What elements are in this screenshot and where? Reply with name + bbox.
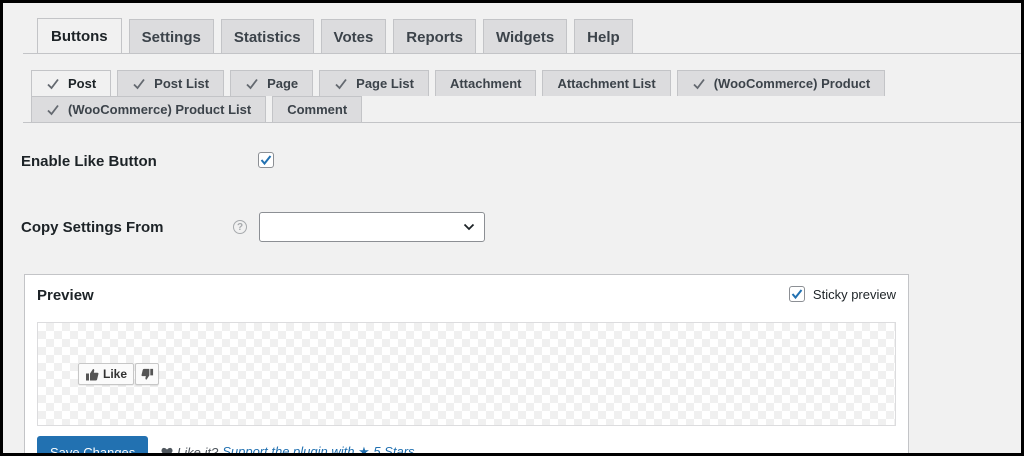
sub-tabs-row-1: Post Post List Page Page List Attachment… [31, 70, 931, 96]
save-changes-button[interactable]: Save Changes [37, 436, 149, 453]
main-tabs: Buttons Settings Statistics Votes Report… [37, 18, 640, 54]
checkmark-icon [791, 289, 803, 300]
chevron-down-icon [463, 223, 475, 231]
subtab-woocommerce-product-list[interactable]: (WooCommerce) Product List [31, 96, 267, 122]
enable-like-checkbox[interactable] [258, 152, 274, 168]
subtab-label: Post List [154, 76, 210, 91]
subtab-label: (WooCommerce) Product List [68, 102, 252, 117]
subtab-comment[interactable]: Comment [272, 96, 363, 122]
check-icon [335, 78, 347, 89]
main-tabs-divider [23, 53, 1021, 54]
subtab-label: Comment [287, 102, 348, 117]
dislike-button[interactable] [135, 363, 159, 385]
subtab-page-list[interactable]: Page List [319, 70, 429, 96]
sub-tabs-row-2: (WooCommerce) Product List Comment [31, 96, 931, 122]
app-frame: Buttons Settings Statistics Votes Report… [0, 0, 1024, 456]
subtab-attachment[interactable]: Attachment [434, 70, 537, 96]
thumbs-up-icon [86, 368, 99, 380]
like-label: Like [103, 367, 128, 381]
subtab-label: Post [68, 76, 97, 91]
tab-buttons[interactable]: Buttons [37, 18, 122, 54]
subtab-post[interactable]: Post [31, 70, 112, 96]
check-icon [47, 104, 59, 115]
copy-settings-select[interactable] [259, 212, 485, 242]
tab-widgets[interactable]: Widgets [482, 19, 568, 54]
sticky-preview-checkbox[interactable] [788, 286, 805, 302]
subtab-label: Page List [356, 76, 414, 91]
like-button[interactable]: Like [78, 363, 135, 385]
subtab-post-list[interactable]: Post List [117, 70, 225, 96]
checkmark-icon [260, 155, 272, 166]
preview-panel: Preview Sticky preview Like Save Changes… [24, 274, 909, 456]
tab-statistics[interactable]: Statistics [220, 19, 314, 54]
copy-settings-label: Copy Settings From [21, 219, 164, 236]
check-icon [133, 78, 145, 89]
sub-tabs: Post Post List Page Page List Attachment… [31, 70, 931, 122]
subtab-page[interactable]: Page [230, 70, 314, 96]
enable-like-label: Enable Like Button [21, 153, 157, 170]
subtab-label: (WooCommerce) Product [713, 76, 871, 91]
like-it-text: Like it? [177, 444, 219, 456]
subtab-label: Attachment [449, 76, 522, 91]
heart-icon [161, 447, 173, 453]
tab-votes[interactable]: Votes [320, 19, 387, 54]
tab-help[interactable]: Help [574, 19, 633, 54]
tab-reports[interactable]: Reports [393, 19, 476, 54]
check-icon [693, 78, 705, 89]
sticky-preview-label: Sticky preview [812, 286, 896, 302]
preview-title: Preview [37, 287, 94, 304]
subtab-label: Page [267, 76, 299, 91]
tab-settings[interactable]: Settings [128, 19, 214, 54]
check-icon [47, 78, 59, 89]
subtab-attachment-list[interactable]: Attachment List [542, 70, 671, 96]
subtab-label: Attachment List [557, 76, 656, 91]
sticky-preview-option[interactable]: Sticky preview [788, 286, 896, 302]
check-icon [246, 78, 258, 89]
rating-note: Like it? Support the plugin with ★ 5 Sta… [161, 444, 415, 456]
preview-canvas: Like [37, 322, 896, 426]
sub-tabs-divider [23, 122, 1021, 123]
thumbs-down-icon [141, 368, 153, 380]
subtab-woocommerce-product[interactable]: (WooCommerce) Product [676, 70, 886, 96]
help-icon[interactable]: ? [233, 220, 247, 234]
support-plugin-link[interactable]: Support the plugin with ★ 5 Stars [222, 444, 414, 453]
